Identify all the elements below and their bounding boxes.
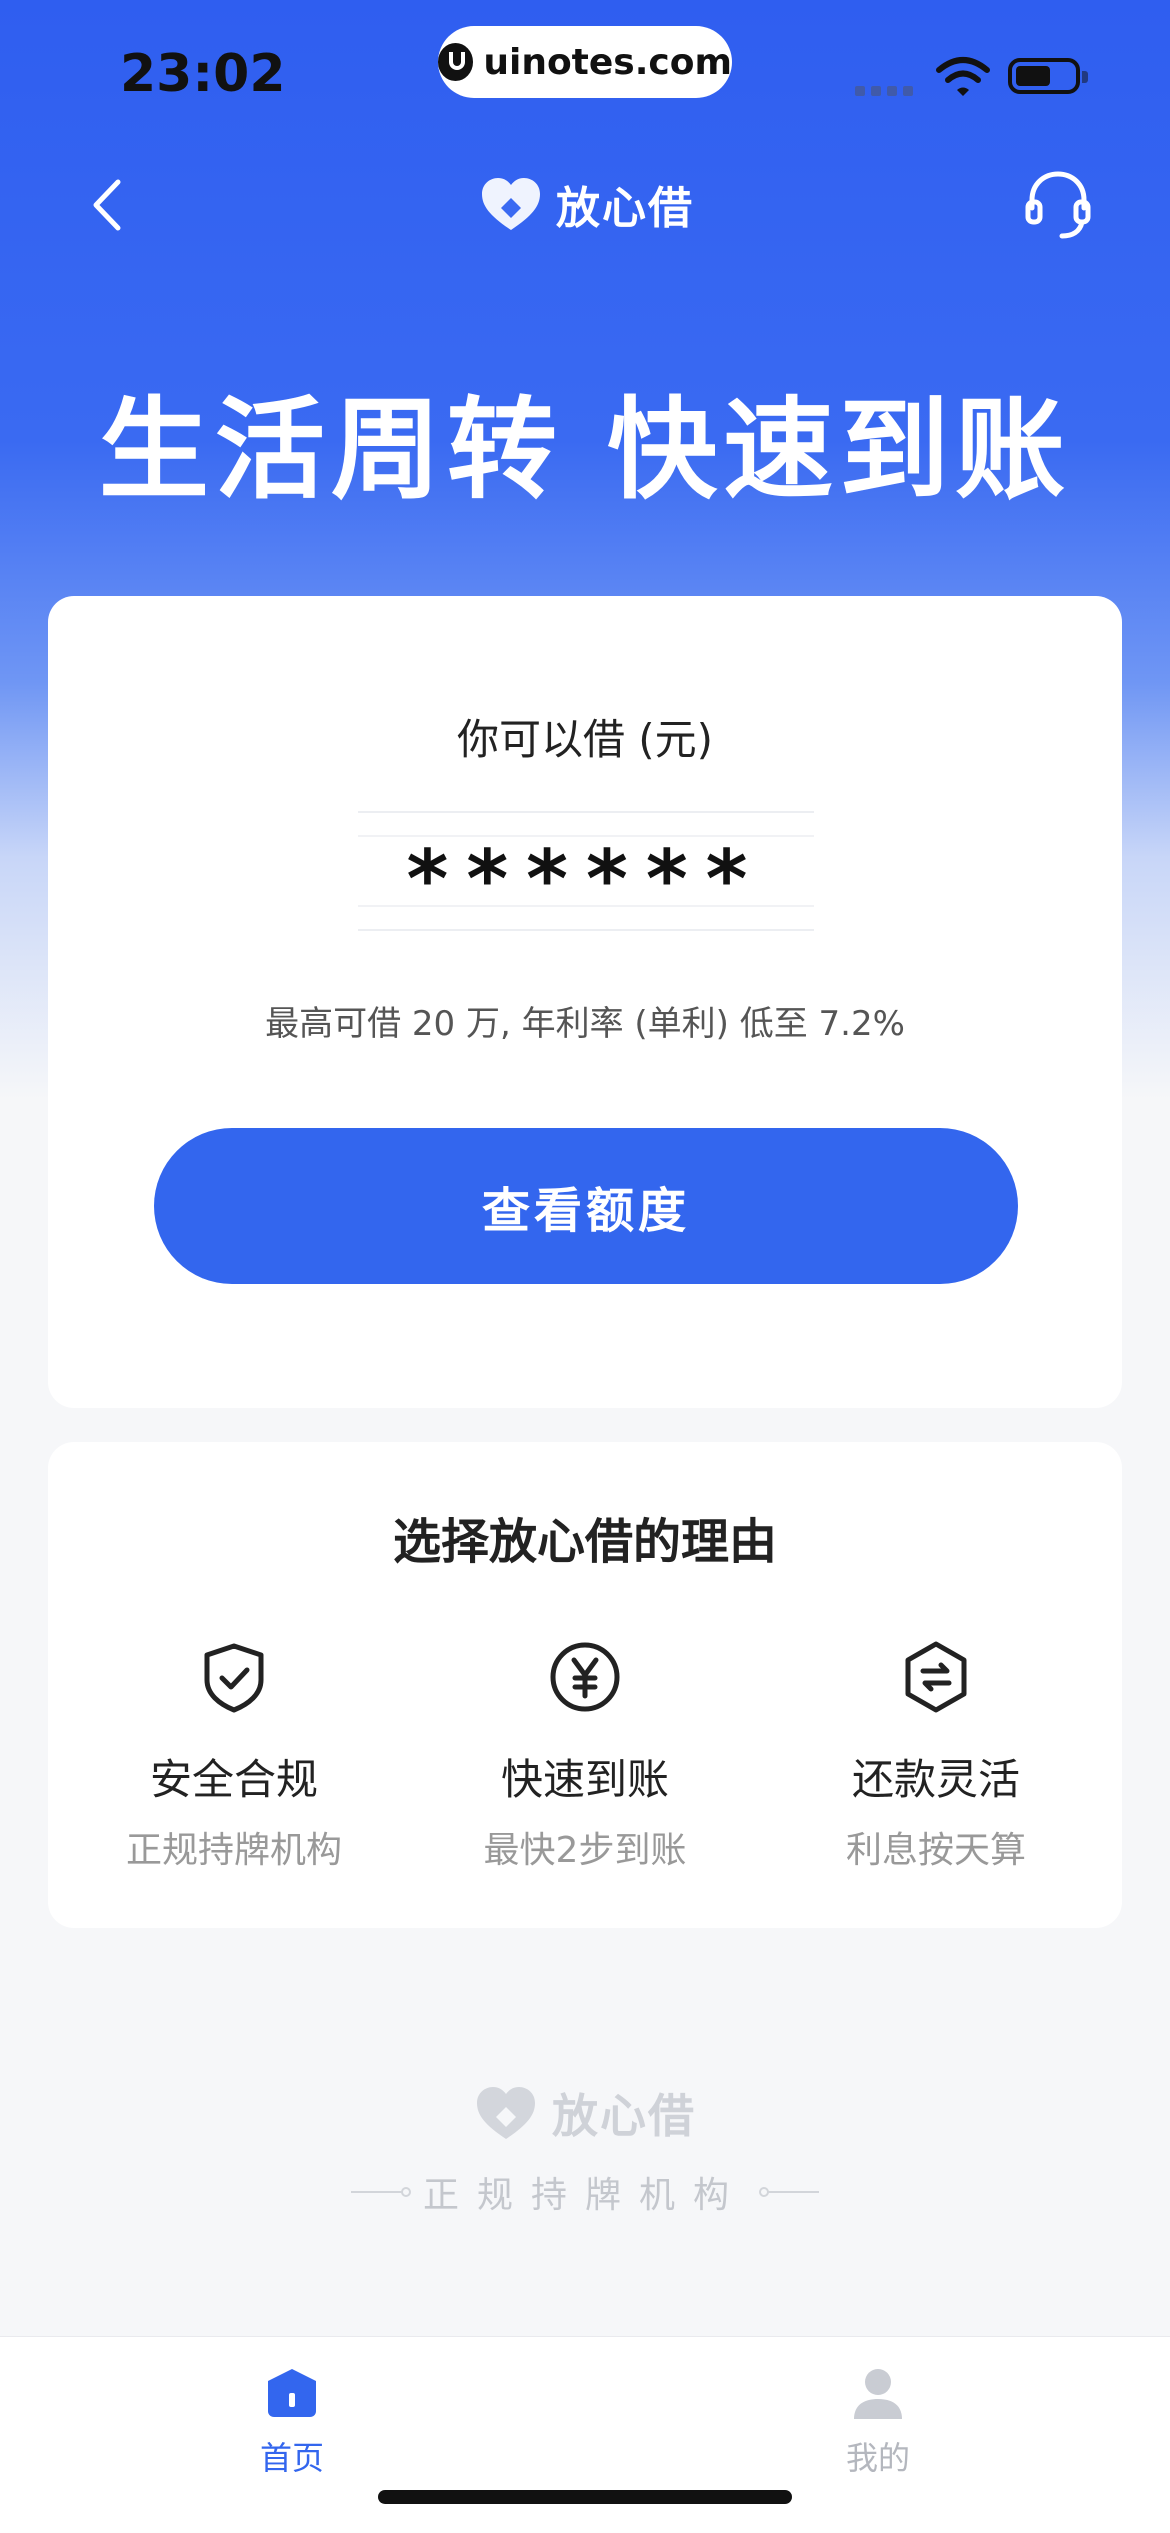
- footer-tagline-row: 正规持牌机构: [0, 2166, 1170, 2218]
- heart-logo-icon: [482, 178, 540, 230]
- reason-item-speed: 快速到账 最快2步到账: [435, 1638, 735, 1873]
- status-bar: 23:02 uinotes.com: [0, 0, 1170, 150]
- status-time: 23:02: [120, 44, 286, 104]
- battery-icon: [1008, 58, 1088, 94]
- reason-title: 快速到账: [500, 1755, 669, 1804]
- reason-subtitle: 正规持牌机构: [125, 1830, 342, 1871]
- divider: [350, 2187, 411, 2197]
- shield-check-icon: [204, 1643, 264, 1713]
- loan-card: 你可以借 (元) ****** 最高可借 20 万, 年利率 (单利) 低至 7…: [48, 596, 1122, 1408]
- reason-title: 安全合规: [149, 1755, 318, 1804]
- reason-subtitle: 利息按天算: [845, 1830, 1026, 1871]
- reason-item-safety: 安全合规 正规持牌机构: [84, 1638, 384, 1873]
- hero-headline: 生活周转 快速到账: [98, 386, 1072, 514]
- back-button[interactable]: [80, 170, 140, 240]
- user-icon: [854, 2369, 902, 2419]
- divider: [759, 2187, 819, 2197]
- masked-amount-box: ******: [358, 811, 814, 931]
- tab-mine[interactable]: 我的: [778, 2365, 978, 2479]
- nav-brand: 放心借: [480, 170, 694, 238]
- wifi-icon: [936, 57, 990, 96]
- tab-label: 首页: [259, 2439, 324, 2477]
- hexagon-swap-icon: [905, 1641, 967, 1713]
- brand-name: 放心借: [556, 183, 694, 234]
- reason-item-flexible: 还款灵活 利息按天算: [786, 1638, 1086, 1873]
- url-text: uinotes.com: [483, 41, 732, 83]
- support-button[interactable]: [1022, 166, 1094, 242]
- home-indicator: [378, 2490, 792, 2504]
- reasons-title: 选择放心借的理由: [392, 1514, 777, 1570]
- uinotes-logo-icon: [438, 43, 474, 81]
- footer-brand-name: 放心借: [552, 2089, 696, 2143]
- yuan-circle-icon: [550, 1642, 620, 1712]
- reasons-card: 选择放心借的理由 安全合规 正规持牌机构 快速到账 最快2步到账 还款灵活 利息…: [48, 1442, 1122, 1928]
- tab-home[interactable]: 首页: [192, 2365, 392, 2479]
- home-icon: [268, 2369, 316, 2417]
- view-limit-button[interactable]: 查看额度: [154, 1128, 1018, 1284]
- signal-icon: [855, 86, 913, 96]
- url-pill: uinotes.com: [438, 26, 732, 98]
- footer-brand: 放心借: [0, 2080, 1170, 2146]
- heart-logo-icon: [477, 2087, 535, 2139]
- footer-tagline: 正规持牌机构: [422, 2175, 747, 2216]
- rate-note: 最高可借 20 万, 年利率 (单利) 低至 7.2%: [265, 1004, 905, 1044]
- reason-subtitle: 最快2步到账: [483, 1830, 687, 1871]
- reason-title: 还款灵活: [851, 1755, 1020, 1804]
- tab-label: 我的: [845, 2439, 910, 2477]
- borrow-label: 你可以借 (元): [456, 715, 714, 764]
- masked-amount: ******: [406, 833, 766, 926]
